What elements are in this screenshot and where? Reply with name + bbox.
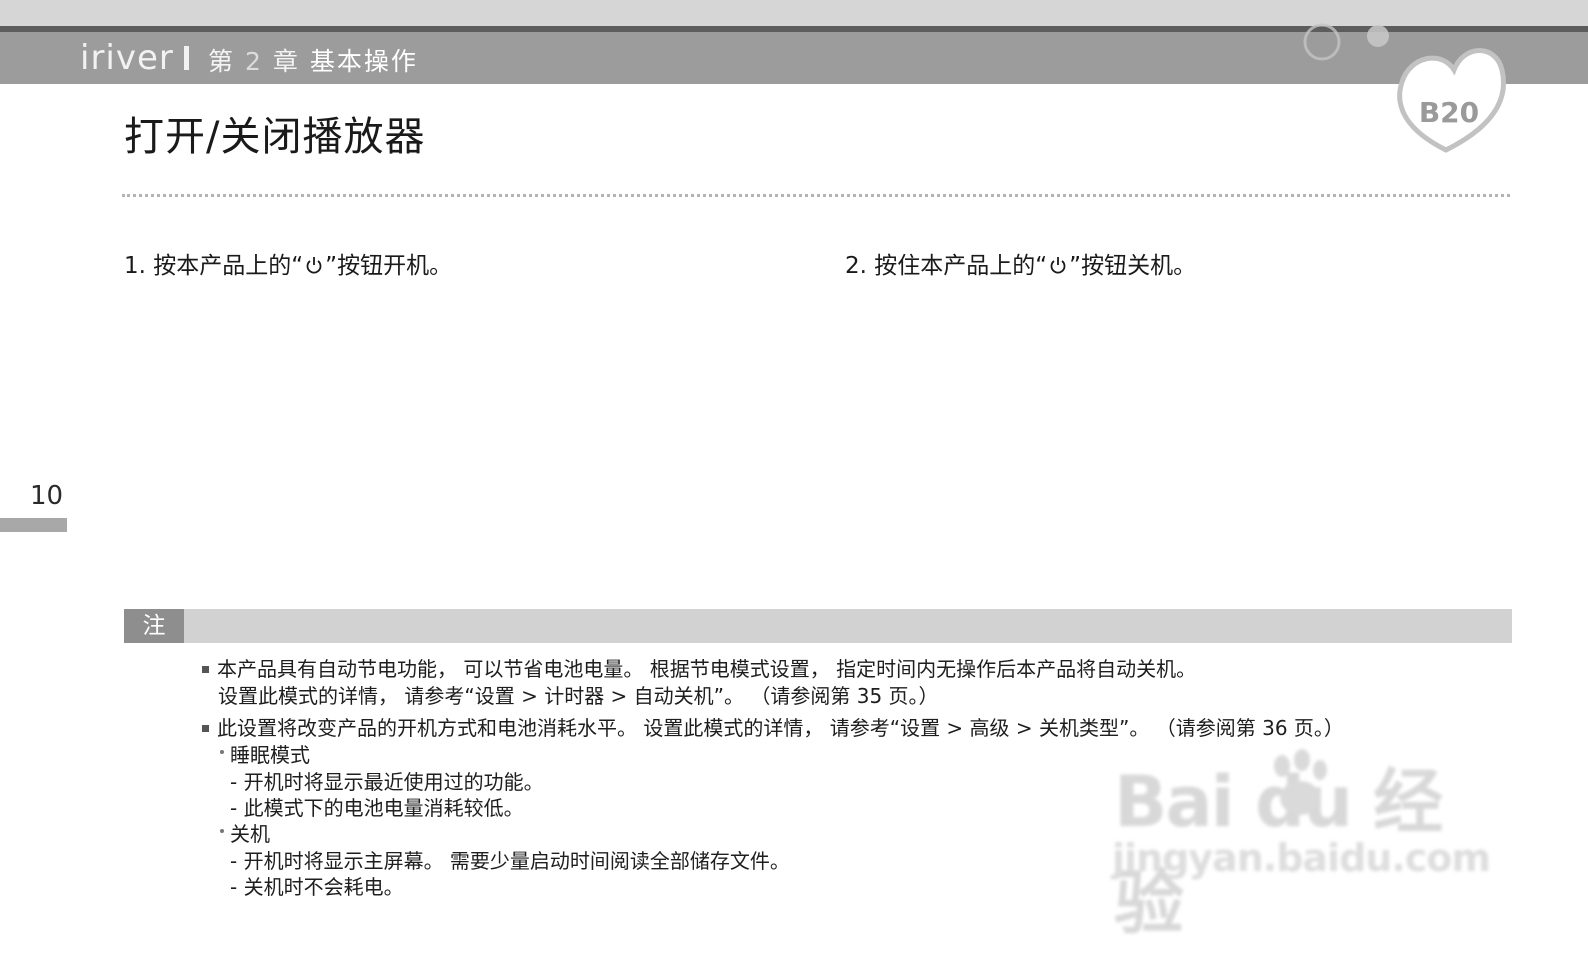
step-power-on: 1. 按本产品上的“ ”按钮开机。 [124, 246, 452, 280]
mode-sleep-name: 睡眠模式 [230, 743, 310, 767]
note-bar [124, 609, 1512, 643]
mode-off-name: 关机 [230, 822, 270, 846]
chapter-number: 2 [244, 47, 263, 76]
brand-separator [184, 46, 189, 70]
note-2-line-1: 此设置将改变产品的开机方式和电池消耗水平。 设置此模式的详情， 请参考“设置 >… [217, 716, 1344, 740]
b20-logo: B20 [1303, 23, 1506, 153]
title-divider [122, 194, 1510, 197]
b20-logo-text: B20 [1419, 96, 1479, 129]
step-1-text-before: 1. 按本产品上的“ [124, 253, 304, 279]
page-title: 打开/关闭播放器 [124, 114, 426, 160]
baidu-watermark: Bai du 经验 jingyan.baidu.com [1110, 740, 1491, 944]
note-item: 本产品具有自动节电功能， 可以节省电池电量。 根据节电模式设置， 指定时间内无操… [200, 656, 1460, 683]
note-item-continuation: 设置此模式的详情， 请参考“设置 > 计时器 > 自动关机”。 （请参阅第 35… [218, 684, 939, 708]
bullet-icon [202, 665, 209, 673]
chapter-suffix: 章 [272, 47, 300, 76]
watermark-url: jingyan.baidu.com [1112, 836, 1491, 880]
bullet-icon [202, 724, 209, 732]
power-icon [1050, 257, 1066, 274]
chapter-heading: 第 2 章基本操作 [208, 42, 418, 78]
chapter-prefix: 第 [208, 47, 236, 76]
step-power-off: 2. 按住本产品上的“ ”按钮关机。 [845, 246, 1196, 280]
step-2-text-before: 2. 按住本产品上的“ [845, 253, 1048, 279]
note-item: 此设置将改变产品的开机方式和电池消耗水平。 设置此模式的详情， 请参考“设置 >… [200, 715, 1460, 742]
page-number: 10 [30, 481, 64, 511]
page-number-tab [0, 518, 67, 532]
chapter-name: 基本操作 [309, 47, 418, 76]
note-1-line-1: 本产品具有自动节电功能， 可以节省电池电量。 根据节电模式设置， 指定时间内无操… [217, 657, 1197, 681]
paw-icon [1274, 749, 1327, 815]
step-2-text-after: ”按钮关机。 [1069, 253, 1197, 279]
power-icon [306, 257, 322, 274]
step-1-text-after: ”按钮开机。 [325, 253, 453, 279]
dot-icon [220, 829, 224, 833]
brand-logo: iriver [80, 38, 174, 78]
note-label: 注 [124, 609, 184, 643]
dot-icon [220, 750, 224, 754]
